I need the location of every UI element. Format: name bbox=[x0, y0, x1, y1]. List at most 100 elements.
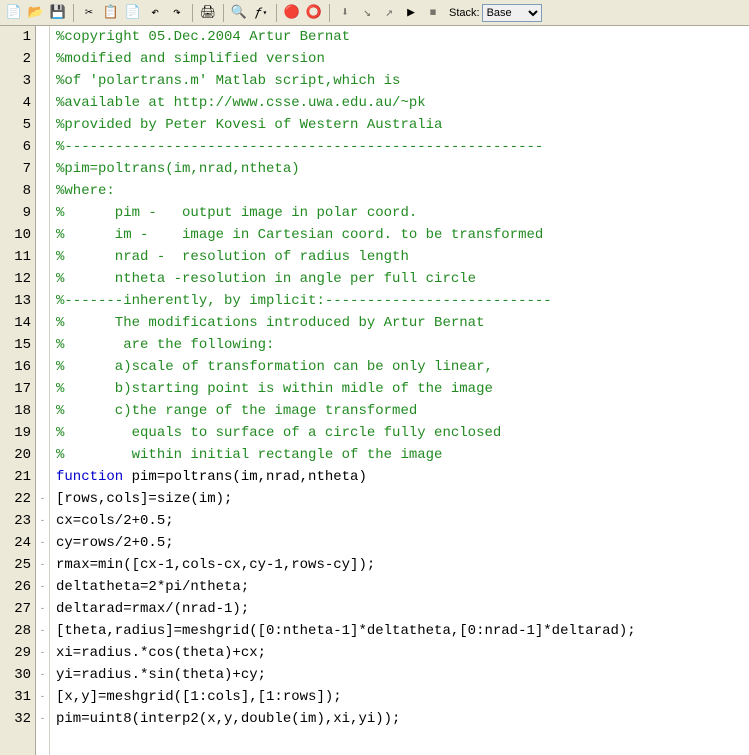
code-line[interactable]: % b)starting point is within midle of th… bbox=[56, 378, 749, 400]
code-line[interactable]: %modified and simplified version bbox=[56, 48, 749, 70]
line-number: 2 bbox=[0, 48, 31, 70]
stack-select[interactable]: Base bbox=[482, 4, 542, 22]
fold-mark bbox=[36, 92, 49, 114]
code-line[interactable]: % The modifications introduced by Artur … bbox=[56, 312, 749, 334]
cut-icon[interactable]: ✂ bbox=[79, 3, 99, 23]
line-number: 23 bbox=[0, 510, 31, 532]
fold-mark bbox=[36, 400, 49, 422]
code-token: [theta,radius]=meshgrid([0:ntheta-1]*del… bbox=[56, 623, 636, 639]
code-area[interactable]: %copyright 05.Dec.2004 Artur Bernat %modi… bbox=[50, 26, 749, 755]
continue-icon[interactable]: ▶ bbox=[401, 3, 421, 23]
code-line[interactable]: % nrad - resolution of radius length bbox=[56, 246, 749, 268]
fold-mark bbox=[36, 246, 49, 268]
code-line[interactable]: % pim - output image in polar coord. bbox=[56, 202, 749, 224]
code-token: xi=radius.*cos(theta)+cx; bbox=[56, 645, 266, 661]
line-number: 27 bbox=[0, 598, 31, 620]
redo-icon[interactable]: ↷ bbox=[167, 3, 187, 23]
line-number: 22 bbox=[0, 488, 31, 510]
line-number: 10 bbox=[0, 224, 31, 246]
code-token: [x,y]=meshgrid([1:cols],[1:rows]); bbox=[56, 689, 342, 705]
print-icon[interactable]: 🖨 bbox=[198, 3, 218, 23]
code-token: [rows,cols]=size(im); bbox=[56, 491, 232, 507]
code-line[interactable]: % ntheta -resolution in angle per full c… bbox=[56, 268, 749, 290]
code-line[interactable]: % within initial rectangle of the image bbox=[56, 444, 749, 466]
fold-mark: - bbox=[36, 598, 49, 620]
undo-icon[interactable]: ↶ bbox=[145, 3, 165, 23]
code-line[interactable]: cx=cols/2+0.5; bbox=[56, 510, 749, 532]
step-icon[interactable]: ⬇ bbox=[335, 3, 355, 23]
fold-mark: - bbox=[36, 686, 49, 708]
code-line[interactable]: %copyright 05.Dec.2004 Artur Bernat bbox=[56, 26, 749, 48]
code-line[interactable]: % are the following: bbox=[56, 334, 749, 356]
fold-mark: - bbox=[36, 708, 49, 730]
code-line[interactable]: %---------------------------------------… bbox=[56, 136, 749, 158]
code-line[interactable]: [theta,radius]=meshgrid([0:ntheta-1]*del… bbox=[56, 620, 749, 642]
code-line[interactable]: xi=radius.*cos(theta)+cx; bbox=[56, 642, 749, 664]
fold-mark: - bbox=[36, 488, 49, 510]
code-line[interactable]: deltatheta=2*pi/ntheta; bbox=[56, 576, 749, 598]
fold-mark bbox=[36, 466, 49, 488]
code-line[interactable]: %where: bbox=[56, 180, 749, 202]
line-number: 18 bbox=[0, 400, 31, 422]
fold-mark bbox=[36, 422, 49, 444]
fold-mark bbox=[36, 378, 49, 400]
code-line[interactable]: deltarad=rmax/(nrad-1); bbox=[56, 598, 749, 620]
code-token: % c)the range of the image transformed bbox=[56, 403, 417, 419]
fold-mark bbox=[36, 26, 49, 48]
code-token: % im - image in Cartesian coord. to be t… bbox=[56, 227, 543, 243]
fold-mark bbox=[36, 312, 49, 334]
line-number: 20 bbox=[0, 444, 31, 466]
code-line[interactable]: %available at http://www.csse.uwa.edu.au… bbox=[56, 92, 749, 114]
code-line[interactable]: cy=rows/2+0.5; bbox=[56, 532, 749, 554]
fold-mark: - bbox=[36, 620, 49, 642]
breakpoint-clear-icon[interactable]: ⭕ bbox=[304, 3, 324, 23]
line-number: 29 bbox=[0, 642, 31, 664]
copy-icon[interactable]: 📋 bbox=[101, 3, 121, 23]
code-line[interactable]: %pim=poltrans(im,nrad,ntheta) bbox=[56, 158, 749, 180]
code-line[interactable]: % im - image in Cartesian coord. to be t… bbox=[56, 224, 749, 246]
code-token: % a)scale of transformation can be only … bbox=[56, 359, 493, 375]
code-line[interactable]: [rows,cols]=size(im); bbox=[56, 488, 749, 510]
separator bbox=[192, 4, 193, 22]
code-line[interactable]: function pim=poltrans(im,nrad,ntheta) bbox=[56, 466, 749, 488]
step-in-icon[interactable]: ↘ bbox=[357, 3, 377, 23]
code-line[interactable]: yi=radius.*sin(theta)+cy; bbox=[56, 664, 749, 686]
open-icon[interactable]: 📂 bbox=[26, 3, 46, 23]
line-number: 28 bbox=[0, 620, 31, 642]
code-token: %modified and simplified version bbox=[56, 51, 325, 67]
line-number: 3 bbox=[0, 70, 31, 92]
code-line[interactable]: % c)the range of the image transformed bbox=[56, 400, 749, 422]
code-line[interactable]: [x,y]=meshgrid([1:cols],[1:rows]); bbox=[56, 686, 749, 708]
fold-mark bbox=[36, 268, 49, 290]
function-icon[interactable]: ƒ▾ bbox=[251, 3, 271, 23]
code-token: %pim=poltrans(im,nrad,ntheta) bbox=[56, 161, 300, 177]
code-line[interactable]: rmax=min([cx-1,cols-cx,cy-1,rows-cy]); bbox=[56, 554, 749, 576]
fold-mark bbox=[36, 180, 49, 202]
breakpoint-set-icon[interactable]: 🔴 bbox=[282, 3, 302, 23]
line-number: 1 bbox=[0, 26, 31, 48]
fold-mark: - bbox=[36, 510, 49, 532]
line-number: 4 bbox=[0, 92, 31, 114]
exit-debug-icon[interactable]: ⏹ bbox=[423, 3, 443, 23]
paste-icon[interactable]: 📄 bbox=[123, 3, 143, 23]
line-gutter: 1234567891011121314151617181920212223242… bbox=[0, 26, 36, 755]
save-icon[interactable]: 💾 bbox=[48, 3, 68, 23]
step-out-icon[interactable]: ↗ bbox=[379, 3, 399, 23]
fold-mark: - bbox=[36, 642, 49, 664]
find-icon[interactable]: 🔍 bbox=[229, 3, 249, 23]
code-line[interactable]: %provided by Peter Kovesi of Western Aus… bbox=[56, 114, 749, 136]
line-number: 24 bbox=[0, 532, 31, 554]
code-token: %of 'polartrans.m' Matlab script,which i… bbox=[56, 73, 400, 89]
code-line[interactable]: pim=uint8(interp2(x,y,double(im),xi,yi))… bbox=[56, 708, 749, 730]
code-line[interactable]: % equals to surface of a circle fully en… bbox=[56, 422, 749, 444]
code-line[interactable]: %-------inherently, by implicit:--------… bbox=[56, 290, 749, 312]
stack-label: Stack: bbox=[449, 7, 480, 19]
line-number: 16 bbox=[0, 356, 31, 378]
new-icon[interactable]: 📄 bbox=[4, 3, 24, 23]
code-line[interactable]: % a)scale of transformation can be only … bbox=[56, 356, 749, 378]
fold-mark bbox=[36, 290, 49, 312]
fold-mark: - bbox=[36, 664, 49, 686]
fold-mark bbox=[36, 334, 49, 356]
code-line[interactable]: %of 'polartrans.m' Matlab script,which i… bbox=[56, 70, 749, 92]
code-token: %available at http://www.csse.uwa.edu.au… bbox=[56, 95, 426, 111]
